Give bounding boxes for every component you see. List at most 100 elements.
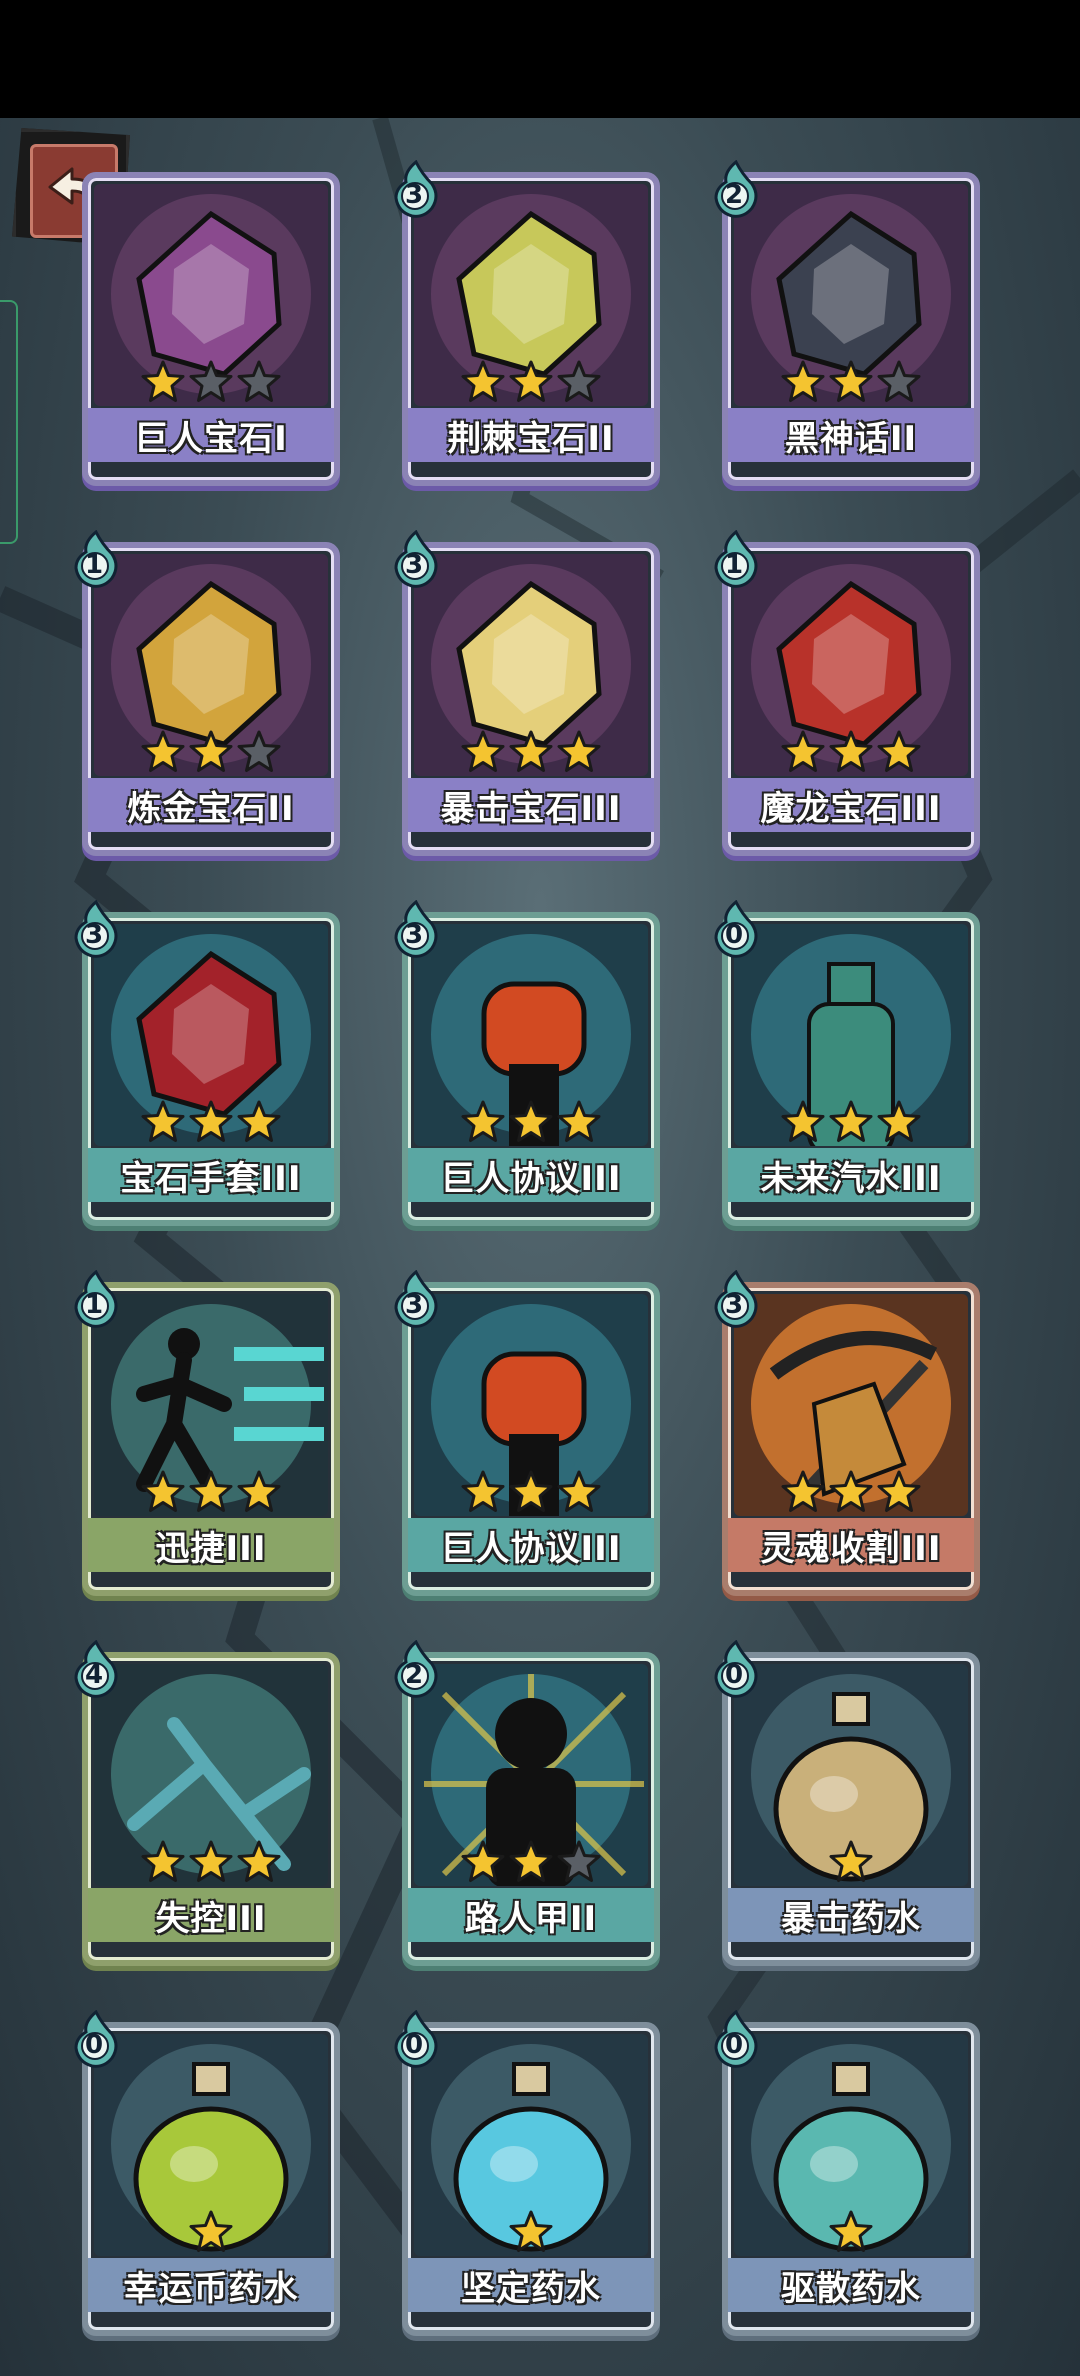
star-filled-icon xyxy=(557,1100,601,1142)
card-9[interactable]: 未来汽水III 0 xyxy=(712,900,982,1234)
energy-cost-value: 3 xyxy=(404,1290,424,1320)
star-rating xyxy=(734,1840,968,1886)
card-11[interactable]: 巨人协议III 3 xyxy=(392,1270,662,1604)
star-filled-icon xyxy=(509,1840,553,1882)
energy-cost-value: 0 xyxy=(404,2030,424,2060)
card-16[interactable]: 幸运币药水 0 xyxy=(72,2010,342,2344)
card-8[interactable]: 巨人协议III 3 xyxy=(392,900,662,1234)
energy-cost-badge: 2 xyxy=(392,1640,440,1700)
card-name-label: 未来汽水III xyxy=(728,1148,974,1202)
card-15[interactable]: 暴击药水 0 xyxy=(712,1640,982,1974)
energy-cost-badge: 3 xyxy=(392,900,440,960)
card-name-label: 路人甲II xyxy=(408,1888,654,1942)
energy-cost-value: 2 xyxy=(724,180,744,210)
star-empty-icon xyxy=(237,360,281,402)
star-filled-icon xyxy=(829,1470,873,1512)
star-filled-icon xyxy=(189,1100,233,1142)
card-12[interactable]: 灵魂收割III 3 xyxy=(712,1270,982,1604)
star-filled-icon xyxy=(877,730,921,772)
card-5[interactable]: 暴击宝石III 3 xyxy=(392,530,662,864)
card-13[interactable]: 失控III 4 xyxy=(72,1640,342,1974)
energy-cost-value: 3 xyxy=(84,920,104,950)
card-10[interactable]: 迅捷III 1 xyxy=(72,1270,342,1604)
card-name-label: 魔龙宝石III xyxy=(728,778,974,832)
star-filled-icon xyxy=(141,360,185,402)
star-rating xyxy=(414,730,648,776)
star-filled-icon xyxy=(189,1840,233,1882)
energy-cost-badge: 3 xyxy=(712,1270,760,1330)
energy-cost-badge: 3 xyxy=(72,900,120,960)
star-filled-icon xyxy=(461,1840,505,1882)
star-filled-icon xyxy=(237,1100,281,1142)
star-filled-icon xyxy=(237,1470,281,1512)
energy-cost-value: 4 xyxy=(84,1660,104,1690)
star-filled-icon xyxy=(557,730,601,772)
card-14[interactable]: 路人甲II 2 xyxy=(392,1640,662,1974)
star-filled-icon xyxy=(237,1840,281,1882)
star-filled-icon xyxy=(461,360,505,402)
card-18[interactable]: 驱散药水 0 xyxy=(712,2010,982,2344)
star-filled-icon xyxy=(877,1100,921,1142)
energy-cost-badge: 0 xyxy=(712,900,760,960)
star-rating xyxy=(414,1470,648,1516)
energy-cost-value: 0 xyxy=(724,2030,744,2060)
card-name-label: 巨人协议III xyxy=(408,1148,654,1202)
star-rating xyxy=(414,1840,648,1886)
card-name-label: 幸运币药水 xyxy=(88,2258,334,2312)
card-name-label: 暴击宝石III xyxy=(408,778,654,832)
card-17[interactable]: 坚定药水 0 xyxy=(392,2010,662,2344)
star-filled-icon xyxy=(509,2210,553,2252)
star-filled-icon xyxy=(509,1470,553,1512)
card-6[interactable]: 魔龙宝石III 1 xyxy=(712,530,982,864)
star-filled-icon xyxy=(829,730,873,772)
star-filled-icon xyxy=(141,1470,185,1512)
star-filled-icon xyxy=(141,1100,185,1142)
card-name-label: 迅捷III xyxy=(88,1518,334,1572)
energy-cost-value: 1 xyxy=(84,550,104,580)
star-empty-icon xyxy=(557,360,601,402)
energy-cost-value: 0 xyxy=(84,2030,104,2060)
energy-cost-value: 3 xyxy=(404,550,424,580)
star-filled-icon xyxy=(509,1100,553,1142)
star-filled-icon xyxy=(781,730,825,772)
star-filled-icon xyxy=(829,1840,873,1882)
star-filled-icon xyxy=(461,1100,505,1142)
energy-cost-badge: 3 xyxy=(392,530,440,590)
star-filled-icon xyxy=(461,730,505,772)
star-empty-icon xyxy=(189,360,233,402)
energy-cost-badge: 3 xyxy=(392,160,440,220)
star-rating xyxy=(94,730,328,776)
energy-cost-value: 0 xyxy=(724,920,744,950)
energy-cost-value: 0 xyxy=(724,1660,744,1690)
star-rating xyxy=(414,2210,648,2256)
card-1[interactable]: 巨人宝石I xyxy=(72,164,342,494)
card-name-label: 炼金宝石II xyxy=(88,778,334,832)
card-3[interactable]: 黑神话II 2 xyxy=(712,160,982,494)
energy-cost-value: 2 xyxy=(404,1660,424,1690)
card-name-label: 驱散药水 xyxy=(728,2258,974,2312)
star-filled-icon xyxy=(781,360,825,402)
star-rating xyxy=(94,1100,328,1146)
star-rating xyxy=(414,1100,648,1146)
card-name-label: 坚定药水 xyxy=(408,2258,654,2312)
card-name-label: 灵魂收割III xyxy=(728,1518,974,1572)
card-2[interactable]: 荆棘宝石II 3 xyxy=(392,160,662,494)
energy-cost-badge: 1 xyxy=(712,530,760,590)
star-rating xyxy=(94,1470,328,1516)
energy-cost-badge: 1 xyxy=(72,530,120,590)
star-filled-icon xyxy=(781,1470,825,1512)
star-filled-icon xyxy=(829,360,873,402)
card-4[interactable]: 炼金宝石II 1 xyxy=(72,530,342,864)
card-name-label: 巨人协议III xyxy=(408,1518,654,1572)
side-drawer-tab[interactable] xyxy=(0,300,18,544)
energy-cost-value: 1 xyxy=(724,550,744,580)
card-name-label: 黑神话II xyxy=(728,408,974,462)
star-filled-icon xyxy=(781,1100,825,1142)
star-rating xyxy=(734,730,968,776)
star-filled-icon xyxy=(189,2210,233,2252)
card-7[interactable]: 宝石手套III 3 xyxy=(72,900,342,1234)
star-filled-icon xyxy=(461,1470,505,1512)
star-rating xyxy=(94,1840,328,1886)
star-filled-icon xyxy=(189,1470,233,1512)
energy-cost-badge: 4 xyxy=(72,1640,120,1700)
